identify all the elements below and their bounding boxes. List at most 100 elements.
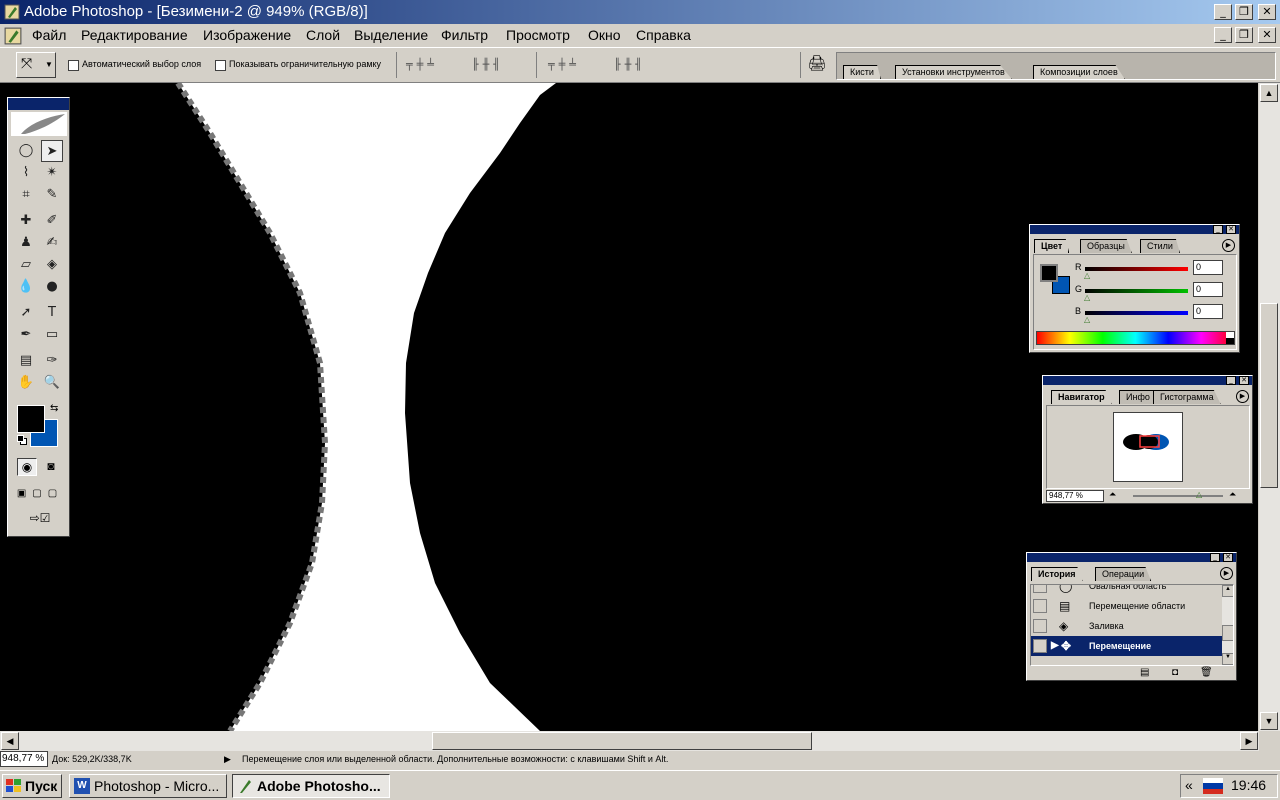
language-flag-icon[interactable]	[1203, 778, 1223, 794]
healing-brush-tool-icon[interactable]: ✚	[15, 210, 37, 232]
channel-b-slider[interactable]	[1085, 311, 1188, 315]
navigator-zoom-input[interactable]: 948,77 %	[1046, 490, 1104, 502]
menu-layer[interactable]: Слой	[306, 26, 340, 44]
navigator-panel-menu-icon[interactable]: ▶	[1236, 390, 1249, 403]
close-window-button[interactable]: ✕	[1258, 4, 1276, 20]
tab-color[interactable]: Цвет	[1034, 239, 1070, 253]
status-menu-arrow-icon[interactable]: ▶	[224, 751, 231, 767]
history-item[interactable]: ▤ Перемещение области	[1031, 596, 1223, 616]
clone-stamp-tool-icon[interactable]: ♟	[15, 232, 37, 254]
history-item[interactable]: ◈ Заливка	[1031, 616, 1223, 636]
scroll-right-icon[interactable]: ▶	[1240, 732, 1258, 750]
menu-select[interactable]: Выделение	[354, 26, 428, 44]
file-browser-icon[interactable]: 🖨	[806, 54, 828, 76]
color-spectrum-ramp[interactable]	[1036, 331, 1235, 345]
zoom-in-icon[interactable]: ⏶	[1229, 489, 1236, 500]
scroll-down-icon[interactable]: ▼	[1222, 653, 1233, 665]
status-zoom-input[interactable]: 948,77 %	[0, 751, 48, 767]
rectangle-tool-icon[interactable]: ▭	[41, 324, 63, 346]
paint-bucket-tool-icon[interactable]: ◈	[41, 254, 63, 276]
history-panel-menu-icon[interactable]: ▶	[1220, 567, 1233, 580]
color-panel-menu-icon[interactable]: ▶	[1222, 239, 1235, 252]
channel-b-input[interactable]: 0	[1193, 304, 1223, 319]
navigator-panel-minimize-button[interactable]: _	[1226, 376, 1236, 385]
magic-wand-tool-icon[interactable]: ✴	[41, 162, 63, 184]
menu-window[interactable]: Окно	[588, 26, 621, 44]
history-item[interactable]: ◯ Овальная область	[1031, 585, 1223, 596]
channel-r-thumb-icon[interactable]: △	[1084, 271, 1090, 280]
history-scrollbar[interactable]: ▲ ▼	[1222, 585, 1233, 665]
navigator-panel-close-button[interactable]: ✕	[1239, 376, 1249, 385]
new-document-icon[interactable]: ▤	[1140, 667, 1149, 678]
doc-close-button[interactable]: ✕	[1258, 27, 1276, 43]
horizontal-scroll-thumb[interactable]	[432, 732, 812, 750]
align-buttons-group[interactable]: ╤╪╧	[406, 58, 464, 72]
tab-info[interactable]: Инфо	[1119, 390, 1157, 404]
tab-navigator[interactable]: Навигатор	[1051, 390, 1112, 404]
blur-tool-icon[interactable]: 💧	[15, 276, 37, 298]
hand-tool-icon[interactable]: ✋	[15, 372, 37, 394]
menu-filter[interactable]: Фильтр	[441, 26, 488, 44]
scroll-down-icon[interactable]: ▼	[1260, 712, 1278, 730]
slice-tool-icon[interactable]: ✎	[41, 184, 63, 206]
horizontal-scrollbar[interactable]: ◀ ▶	[0, 731, 1259, 751]
tool-preset-picker[interactable]: ⤧ ▼	[16, 52, 56, 78]
notes-tool-icon[interactable]: ▤	[15, 350, 37, 372]
screen-mode-icons[interactable]: ▣▢▢	[13, 488, 67, 502]
channel-r-slider[interactable]	[1085, 267, 1188, 271]
scroll-up-icon[interactable]: ▲	[1222, 585, 1233, 597]
snapshot-icon[interactable]: ◘	[1172, 667, 1178, 678]
marquee-tool-icon[interactable]: ◯	[15, 140, 37, 162]
channel-g-slider[interactable]	[1085, 289, 1188, 293]
tab-history[interactable]: История	[1031, 567, 1083, 581]
pen-tool-icon[interactable]: ✒	[15, 324, 37, 346]
navigator-thumbnail[interactable]	[1113, 412, 1183, 482]
doc-minimize-button[interactable]: _	[1214, 27, 1232, 43]
default-colors-icon[interactable]	[17, 435, 27, 445]
vertical-scrollbar[interactable]: ▲ ▼	[1259, 83, 1280, 731]
channel-r-input[interactable]: 0	[1193, 260, 1223, 275]
palette-tab-tool-presets[interactable]: Установки инструментов	[895, 65, 1012, 79]
type-tool-icon[interactable]: T	[41, 302, 63, 324]
channel-g-input[interactable]: 0	[1193, 282, 1223, 297]
lasso-tool-icon[interactable]: ⌇	[15, 162, 37, 184]
restore-window-button[interactable]: ❐	[1235, 4, 1253, 20]
auto-select-layer-checkbox[interactable]	[68, 60, 79, 71]
crop-tool-icon[interactable]: ⌗	[15, 184, 37, 206]
minimize-window-button[interactable]: _	[1214, 4, 1232, 20]
history-item-active[interactable]: ▶ ✥ Перемещение	[1031, 636, 1223, 656]
history-panel-close-button[interactable]: ✕	[1223, 553, 1233, 562]
vertical-scroll-thumb[interactable]	[1260, 303, 1278, 488]
tab-actions[interactable]: Операции	[1095, 567, 1152, 581]
scroll-up-icon[interactable]: ▲	[1260, 84, 1278, 102]
jump-to-imageready-icon[interactable]: ⇨☑	[17, 511, 63, 529]
eyedropper-tool-icon[interactable]: ✑	[41, 350, 63, 372]
path-selection-tool-icon[interactable]: ➚	[15, 302, 37, 324]
standard-mode-icon[interactable]: ◉	[17, 458, 37, 476]
distribute-vertical-buttons-group[interactable]: ╤╪╧	[548, 58, 606, 72]
start-button[interactable]: Пуск	[2, 774, 62, 798]
navigator-zoom-thumb-icon[interactable]: △	[1196, 490, 1202, 499]
swap-colors-icon[interactable]: ⇆	[50, 403, 58, 414]
doc-restore-button[interactable]: ❐	[1235, 27, 1253, 43]
menu-edit[interactable]: Редактирование	[81, 26, 188, 44]
zoom-tool-icon[interactable]: 🔍	[41, 372, 63, 394]
taskbar-task-photoshop[interactable]: Adobe Photosho...	[232, 774, 390, 798]
tab-histogram[interactable]: Гистограмма	[1153, 390, 1221, 404]
move-tool-icon[interactable]: ➤	[41, 140, 63, 162]
channel-g-thumb-icon[interactable]: △	[1084, 293, 1090, 302]
dodge-tool-icon[interactable]: ●	[41, 276, 63, 298]
color-panel-foreground-swatch[interactable]	[1040, 264, 1058, 282]
menu-image[interactable]: Изображение	[203, 26, 291, 44]
navigator-zoom-slider[interactable]	[1133, 495, 1223, 497]
eraser-tool-icon[interactable]: ▱	[15, 254, 37, 276]
palette-tab-brushes[interactable]: Кисти	[843, 65, 881, 79]
foreground-color-swatch[interactable]	[17, 405, 45, 433]
channel-b-thumb-icon[interactable]: △	[1084, 315, 1090, 324]
quick-mask-mode-icon[interactable]: ◙	[41, 458, 61, 476]
show-bounding-box-checkbox[interactable]	[215, 60, 226, 71]
tab-styles[interactable]: Стили	[1140, 239, 1180, 253]
palette-tab-layer-comps[interactable]: Композиции слоев	[1033, 65, 1125, 79]
trash-icon[interactable]: 🗑	[1200, 667, 1213, 678]
scroll-left-icon[interactable]: ◀	[1, 732, 19, 750]
